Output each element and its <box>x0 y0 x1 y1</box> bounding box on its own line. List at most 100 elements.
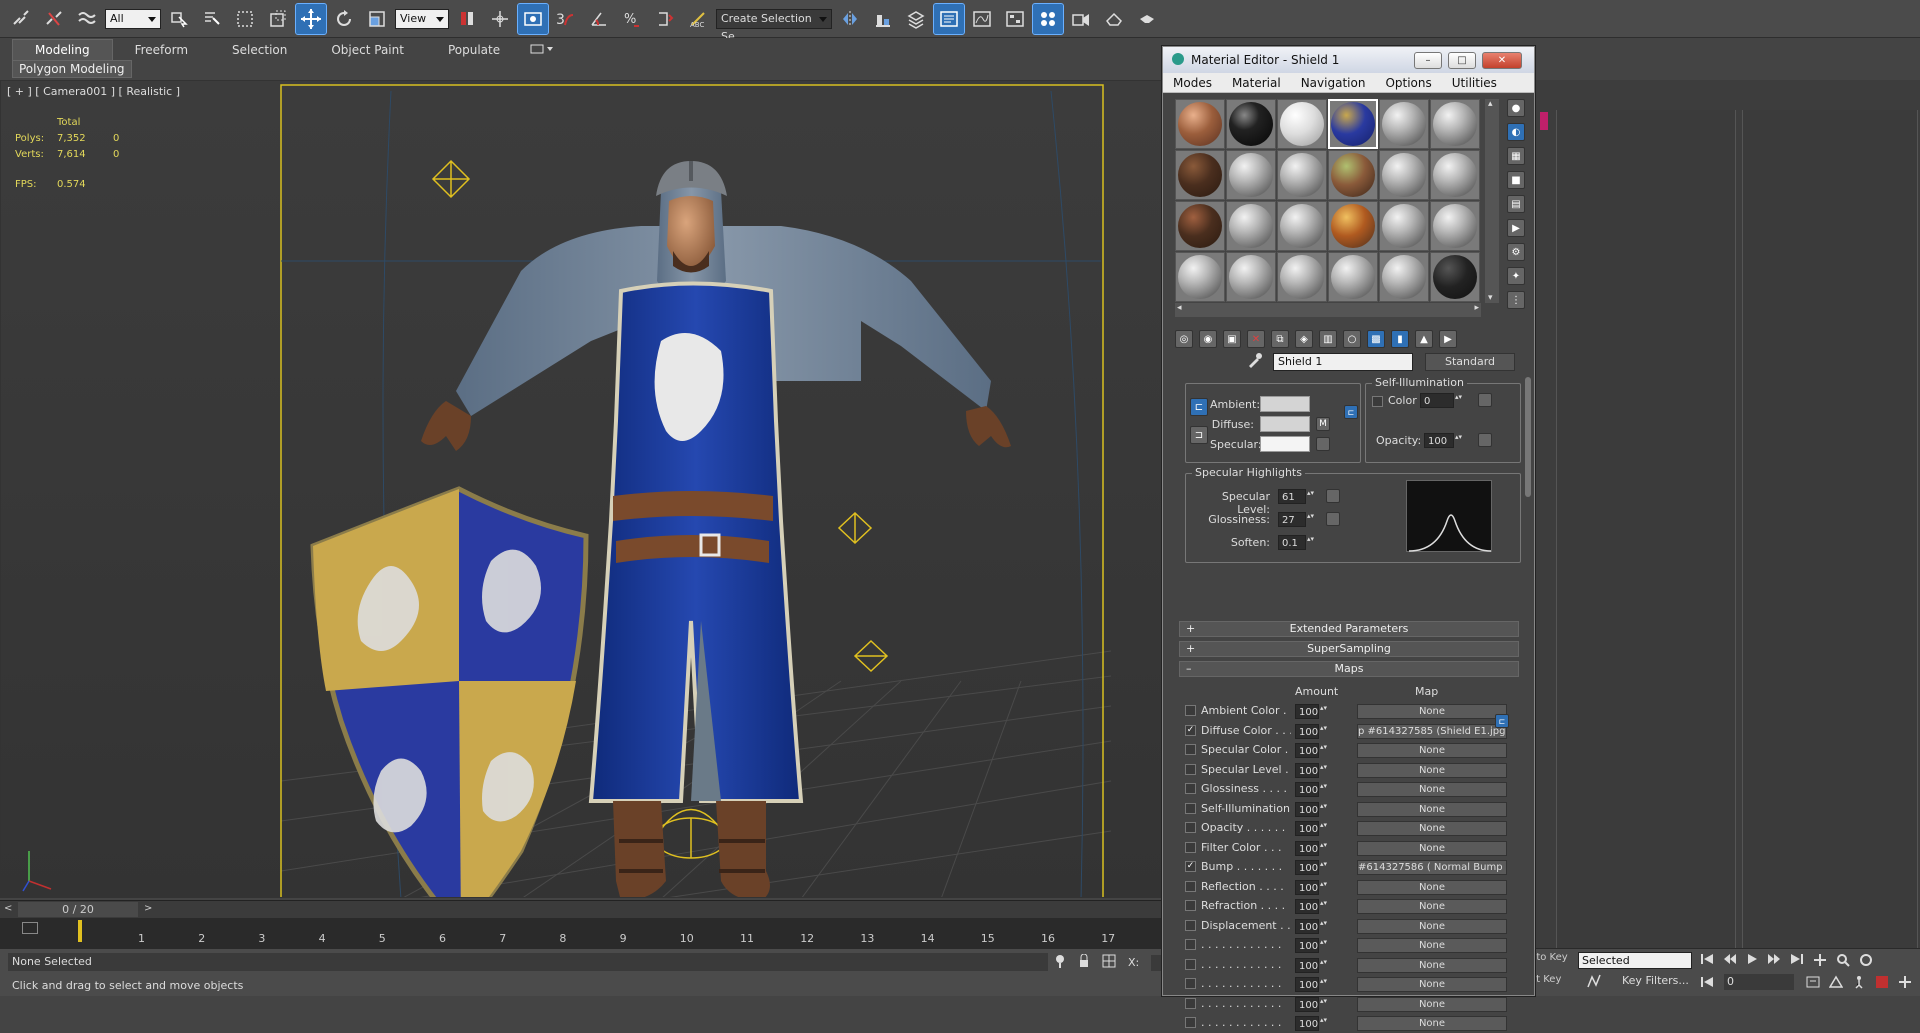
close-button[interactable]: ✕ <box>1482 51 1522 69</box>
sample-slot[interactable] <box>1175 99 1225 149</box>
map-amount-spinner[interactable]: 100 <box>1295 743 1328 758</box>
material-editor-icon[interactable] <box>1032 2 1064 35</box>
snaps-toggle-icon[interactable]: 3 <box>551 4 581 34</box>
zoom-icon[interactable] <box>1836 953 1850 970</box>
map-enable-checkbox[interactable] <box>1185 939 1196 950</box>
map-enable-checkbox[interactable] <box>1185 841 1196 853</box>
select-and-rotate-icon[interactable] <box>329 4 359 34</box>
map-enable-checkbox[interactable]: ✓ <box>1185 724 1196 736</box>
scroll-left-icon[interactable]: ◂ <box>1177 303 1182 313</box>
map-amount-spinner[interactable]: 100 <box>1295 704 1328 719</box>
isolate-selection-icon[interactable] <box>1054 954 1066 971</box>
map-amount-spinner[interactable]: 100 <box>1295 840 1328 856</box>
select-object-icon[interactable] <box>164 4 194 34</box>
map-amount-spinner[interactable]: 100 <box>1295 899 1328 914</box>
ribbon-options-icon[interactable] <box>522 40 562 60</box>
material-editor-window[interactable]: Material Editor - Shield 1 – □ ✕ Modes M… <box>1162 46 1535 1031</box>
map-enable-checkbox[interactable]: ✓ <box>1185 861 1196 872</box>
angle-snap-icon[interactable] <box>584 4 614 34</box>
align-icon[interactable] <box>868 4 898 34</box>
map-amount-spinner[interactable]: 100 <box>1295 821 1328 836</box>
camera-viewport[interactable]: [ + ] [ Camera001 ] [ Realistic ] Total … <box>0 80 1162 898</box>
put-to-scene-icon[interactable]: ◉ <box>1199 330 1217 348</box>
map-button[interactable]: None <box>1357 957 1507 973</box>
material-type-button[interactable]: Standard <box>1425 353 1515 371</box>
soften-spinner[interactable]: 0.1 <box>1278 535 1315 550</box>
ambient-map-lock-icon[interactable]: ⊏ <box>1344 405 1358 419</box>
go-forward-sibling-icon[interactable]: ▶ <box>1439 330 1457 348</box>
opacity-spinner[interactable]: 100 <box>1424 433 1463 448</box>
time-slider[interactable]: < 0 / 20 > <box>0 900 1162 918</box>
map-amount-spinner[interactable]: 100 <box>1295 957 1328 973</box>
make-unique-icon[interactable]: ◈ <box>1295 330 1313 348</box>
curve-editor-icon[interactable] <box>967 4 997 34</box>
absolute-mode-icon[interactable] <box>1102 954 1116 971</box>
backlight-icon[interactable]: ◐ <box>1507 123 1525 141</box>
auto-key-button[interactable]: uto Key <box>1530 952 1572 963</box>
rectangular-selection-icon[interactable] <box>230 4 260 34</box>
key-mode-dropdown[interactable]: Selected <box>1578 952 1692 969</box>
diffuse-map-button[interactable]: M <box>1316 417 1330 431</box>
map-amount-spinner[interactable]: 100 <box>1295 1016 1328 1031</box>
background-icon[interactable]: ▦ <box>1507 147 1525 165</box>
percent-snap-icon[interactable]: % <box>617 4 647 34</box>
map-button[interactable]: None <box>1357 782 1507 797</box>
opacity-map-button[interactable] <box>1478 433 1492 447</box>
sample-uv-tiling-icon[interactable]: ■ <box>1507 171 1525 189</box>
time-slider-prev-icon[interactable]: < <box>4 903 12 914</box>
map-enable-checkbox[interactable] <box>1185 763 1196 775</box>
map-button[interactable]: None <box>1357 899 1507 914</box>
self-illum-value-spinner[interactable]: 0 <box>1420 393 1463 408</box>
rendered-frame-window-icon[interactable] <box>1099 4 1129 34</box>
ambient-color-swatch[interactable] <box>1260 396 1310 412</box>
field-of-view-icon[interactable] <box>1828 975 1844 992</box>
sample-slot[interactable] <box>1226 252 1276 302</box>
sample-slot[interactable] <box>1328 252 1378 302</box>
map-button[interactable]: None <box>1357 762 1507 778</box>
sample-slot[interactable] <box>1277 99 1327 149</box>
map-amount-spinner[interactable]: 100 <box>1295 860 1328 875</box>
maps-rollout[interactable]: – Maps <box>1179 661 1519 677</box>
viewport-grid-icon[interactable] <box>1898 975 1912 992</box>
map-button[interactable]: p #614327585 (Shield E1.jpg) <box>1357 723 1507 739</box>
set-key-button[interactable]: et Key <box>1530 974 1572 985</box>
map-button[interactable]: None <box>1357 977 1507 992</box>
sample-slot[interactable] <box>1328 99 1378 149</box>
map-enable-checkbox[interactable] <box>1185 783 1196 794</box>
pick-material-eyedropper-icon[interactable] <box>1247 352 1263 371</box>
material-id-channel-icon[interactable]: ○ <box>1343 330 1361 348</box>
minimize-button[interactable]: – <box>1414 51 1442 69</box>
make-preview-icon[interactable]: ▶ <box>1507 219 1525 237</box>
menu-navigation[interactable]: Navigation <box>1291 76 1376 90</box>
named-selection-dropdown[interactable]: Create Selection Se <box>716 8 832 43</box>
spinner-snap-icon[interactable] <box>650 4 680 34</box>
put-to-library-icon[interactable]: ▥ <box>1319 330 1337 348</box>
sample-slot[interactable] <box>1226 99 1276 149</box>
tab-modeling[interactable]: Modeling <box>12 39 113 60</box>
map-button[interactable]: None <box>1357 879 1507 895</box>
scroll-right-icon[interactable]: ▸ <box>1474 303 1479 313</box>
orbit-icon[interactable] <box>1859 953 1873 970</box>
map-button[interactable]: None <box>1357 996 1507 1012</box>
link-icon[interactable] <box>6 4 36 34</box>
scroll-up-icon[interactable]: ▴ <box>1488 99 1493 109</box>
tab-freeform[interactable]: Freeform <box>113 40 210 60</box>
color-swatch[interactable] <box>1540 112 1548 130</box>
map-amount-spinner[interactable]: 100 <box>1295 918 1328 934</box>
material-editor-scrollbar[interactable] <box>1525 377 1531 497</box>
map-amount-spinner[interactable]: 100 <box>1295 879 1328 895</box>
manipulate-icon[interactable] <box>485 4 515 34</box>
set-keys-icon[interactable] <box>1586 973 1602 992</box>
self-illum-map-button[interactable] <box>1478 393 1492 407</box>
map-button[interactable]: None <box>1357 801 1507 817</box>
map-button[interactable]: None <box>1357 938 1507 953</box>
sample-slots-scrollbar[interactable]: ◂ ▸ <box>1175 303 1481 317</box>
ribbon-subtab-polygon-modeling[interactable]: Polygon Modeling <box>12 60 132 78</box>
map-enable-checkbox[interactable] <box>1185 1017 1196 1028</box>
render-production-icon[interactable] <box>1132 4 1162 34</box>
sample-slot[interactable] <box>1226 201 1276 251</box>
render-setup-icon[interactable] <box>1066 4 1096 34</box>
map-enable-checkbox[interactable] <box>1185 705 1196 716</box>
sample-slot[interactable] <box>1277 252 1327 302</box>
options-icon[interactable]: ⚙ <box>1507 243 1525 261</box>
